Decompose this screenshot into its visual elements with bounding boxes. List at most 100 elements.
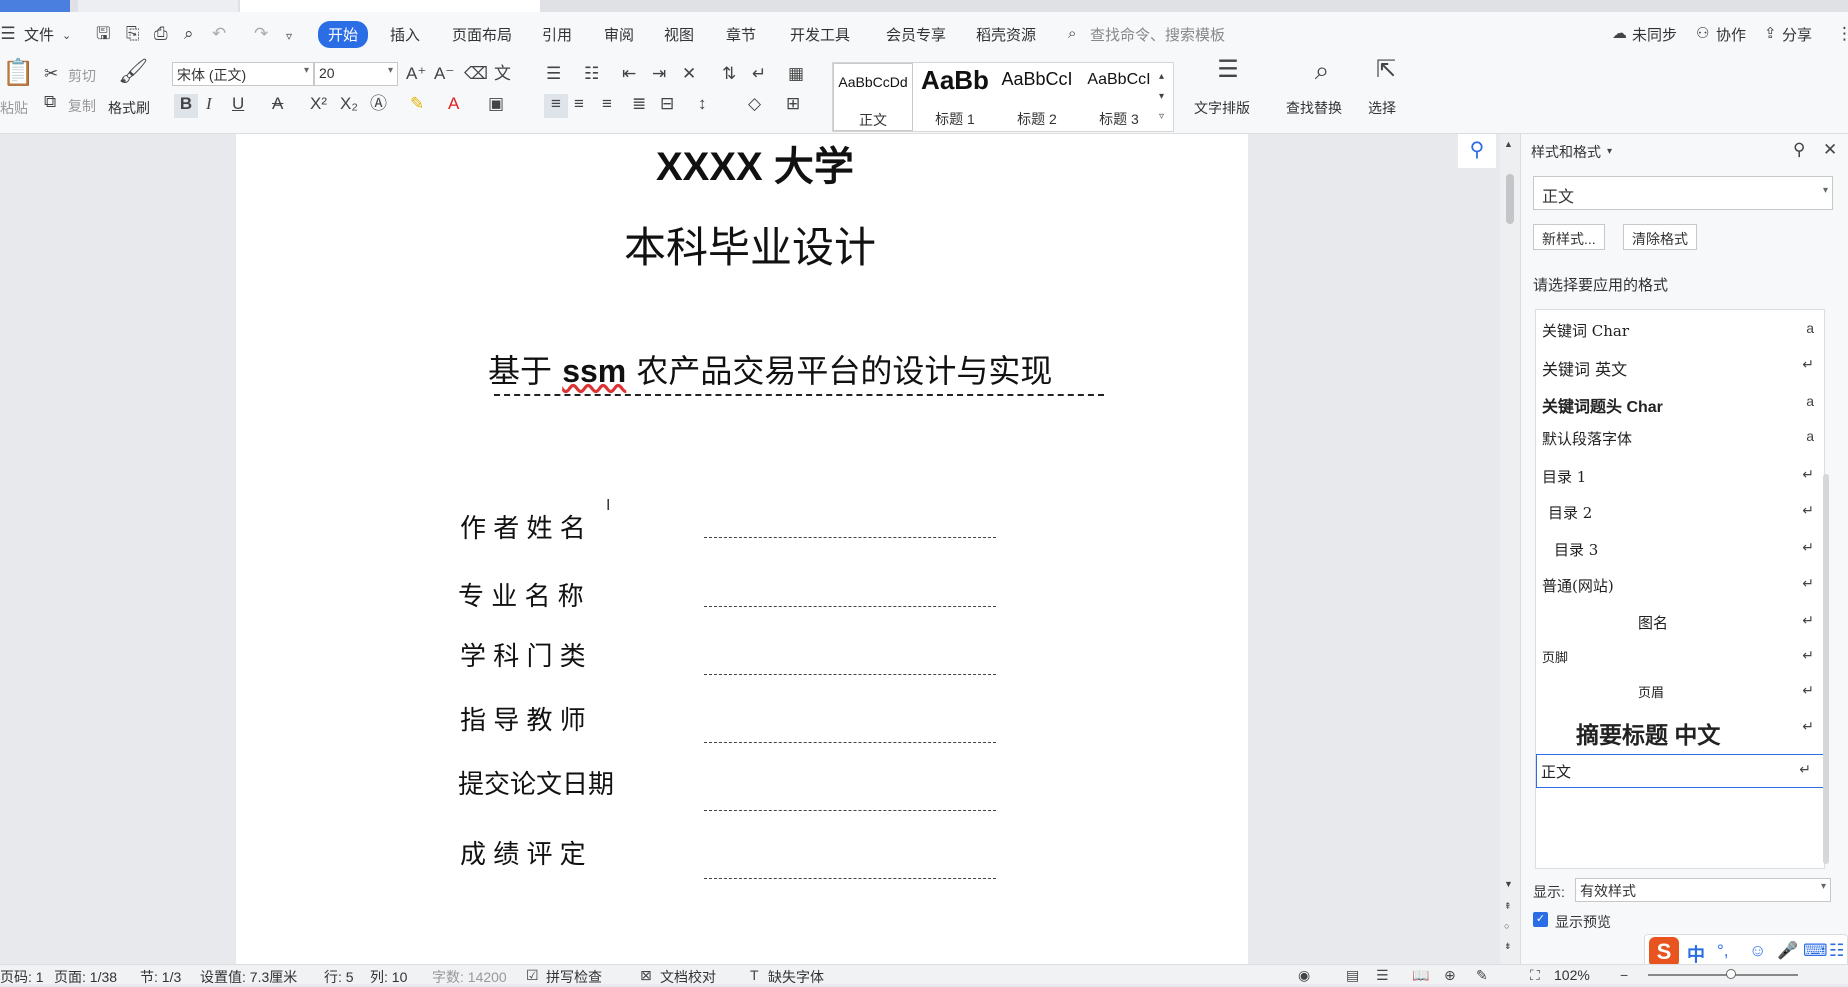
cut-button[interactable]: 剪切 — [68, 66, 96, 86]
style-list-scrollbar[interactable] — [1823, 474, 1829, 864]
outline-view-icon[interactable]: ☰ — [1376, 965, 1389, 985]
tab-references[interactable]: 引用 — [542, 24, 572, 45]
style-tile-heading2[interactable]: AaBbCcI 标题 2 — [997, 63, 1077, 131]
format-painter-icon[interactable]: 🖌 — [118, 60, 148, 84]
status-page-code[interactable]: 页码: 1 — [0, 967, 44, 987]
save-icon[interactable]: 🖫 — [96, 24, 110, 44]
style-list-item[interactable]: 关键词 Char a — [1536, 310, 1824, 350]
chinese-layout-icon[interactable]: ✕ — [682, 64, 696, 84]
print-icon[interactable]: ⎙ — [154, 24, 168, 44]
align-left-icon[interactable]: ≡ — [544, 94, 568, 118]
current-style-select[interactable]: 正文 ▾ — [1533, 176, 1833, 210]
tab-developer[interactable]: 开发工具 — [790, 24, 850, 45]
zoom-slider[interactable] — [1648, 974, 1798, 976]
decrease-font-icon[interactable]: A⁻ — [434, 64, 454, 84]
clear-format-button[interactable]: 清除格式 — [1623, 224, 1697, 250]
new-style-button[interactable]: 新样式... — [1533, 224, 1605, 250]
field-grade-line[interactable] — [704, 878, 996, 879]
eye-protection-icon[interactable]: ◉ — [1298, 965, 1310, 985]
panel-title[interactable]: 样式和格式 — [1531, 142, 1601, 162]
status-row[interactable]: 行: 5 — [324, 967, 354, 987]
scrollbar-thumb[interactable] — [1506, 174, 1514, 224]
web-view-icon[interactable]: ⊕ — [1444, 965, 1456, 985]
decrease-indent-icon[interactable]: ⇤ — [622, 64, 636, 84]
status-setting[interactable]: 设置值: 7.3厘米 — [200, 967, 297, 987]
sogou-logo-icon[interactable]: S — [1649, 937, 1679, 967]
increase-indent-icon[interactable]: ⇥ — [652, 64, 666, 84]
subscript-icon[interactable]: X₂ — [340, 94, 358, 114]
style-tile-heading3[interactable]: AaBbCcI 标题 3 — [1079, 63, 1159, 131]
share-button[interactable]: 分享 — [1782, 24, 1812, 45]
field-discipline-line[interactable] — [704, 674, 996, 675]
status-pages[interactable]: 页面: 1/38 — [54, 967, 117, 987]
page-view-icon[interactable]: ▤ — [1346, 965, 1359, 985]
format-painter-label[interactable]: 格式刷 — [108, 98, 150, 118]
increase-font-icon[interactable]: A⁺ — [406, 64, 426, 84]
ime-menu-icon[interactable]: ☷ — [1829, 941, 1844, 961]
tab-page-layout[interactable]: 页面布局 — [452, 24, 512, 45]
home-tab[interactable] — [0, 0, 70, 12]
copy-button[interactable]: 复制 — [68, 96, 96, 116]
scroll-up-icon[interactable]: ▲ — [1504, 134, 1513, 154]
paragraph-shading-icon[interactable]: ◇ — [748, 94, 761, 114]
next-page-icon[interactable]: ⇟ — [1504, 936, 1512, 956]
table-border-icon[interactable]: ▦ — [788, 64, 804, 84]
file-menu[interactable]: 文件 — [24, 24, 54, 45]
collaborate-button[interactable]: 协作 — [1716, 24, 1746, 45]
field-advisor-line[interactable] — [704, 742, 996, 743]
prev-page-icon[interactable]: ⇞ — [1504, 896, 1512, 916]
phonetic-guide-icon[interactable]: 文 — [494, 64, 511, 84]
superscript-icon[interactable]: X² — [310, 94, 327, 114]
underline-icon[interactable]: U — [232, 94, 244, 114]
document-page[interactable]: XXXX 大学 本科毕业设计 基于 ssm 农产品交易平台的设计与实现 作 者 … — [236, 134, 1248, 964]
borders-icon[interactable]: ⊞ — [786, 94, 800, 114]
field-author-line[interactable] — [704, 537, 996, 538]
write-mode-icon[interactable]: ✎ — [1476, 965, 1488, 985]
more-options-icon[interactable]: ⋮ — [1836, 24, 1848, 44]
style-list-item[interactable]: 关键词 英文 ↵ — [1536, 346, 1824, 386]
find-replace-label[interactable]: 查找替换 — [1286, 98, 1342, 118]
hamburger-menu-icon[interactable]: ☰ — [0, 24, 16, 44]
fit-page-icon[interactable]: ⛶ — [1530, 965, 1540, 985]
char-shading-icon[interactable]: ▣ — [488, 94, 504, 114]
zoom-level[interactable]: 102% — [1554, 967, 1590, 983]
tab-home[interactable]: 开始 — [318, 21, 369, 48]
reading-view-icon[interactable]: 📖 — [1412, 965, 1429, 985]
clear-format-icon[interactable]: ⌫ — [464, 64, 488, 84]
style-list-item[interactable]: 目录 3 ↵ — [1536, 529, 1824, 569]
status-col[interactable]: 列: 10 — [370, 967, 407, 987]
line-spacing-icon[interactable]: ↕ — [698, 94, 707, 114]
select-cursor-icon[interactable]: ⇱ — [1374, 58, 1398, 82]
zoom-slider-handle[interactable] — [1726, 969, 1736, 979]
status-word-count[interactable]: 字数: 14200 — [432, 967, 507, 987]
emoji-icon[interactable]: ☺ — [1749, 941, 1766, 961]
style-tile-heading1[interactable]: AaBb 标题 1 — [915, 63, 995, 131]
show-filter-select[interactable]: 有效样式 ▾ — [1575, 878, 1831, 902]
paste-button-label[interactable]: 粘贴 — [0, 98, 28, 118]
scroll-down-icon[interactable]: ▼ — [1504, 874, 1513, 894]
style-list-item[interactable]: 关键词题头 Char a — [1536, 383, 1824, 423]
keyboard-icon[interactable]: ⌨ — [1803, 941, 1828, 961]
text-layout-label[interactable]: 文字排版 — [1194, 98, 1250, 118]
distributed-icon[interactable]: ⊟ — [660, 94, 674, 114]
field-major-line[interactable] — [704, 606, 996, 607]
bullet-list-icon[interactable]: ☰ — [546, 64, 561, 84]
command-search[interactable]: 查找命令、搜索模板 — [1090, 24, 1225, 45]
italic-icon[interactable]: I — [206, 94, 212, 114]
close-icon[interactable]: ✕ — [1823, 140, 1837, 160]
microphone-icon[interactable]: 🎤 — [1777, 941, 1798, 961]
redo-icon[interactable]: ↷ — [254, 24, 268, 44]
paragraph-marks-icon[interactable]: ↵ — [752, 64, 766, 84]
numbered-list-icon[interactable]: ☷ — [584, 64, 599, 84]
style-list-item[interactable]: 目录 2 ↵ — [1536, 492, 1824, 532]
style-list-item[interactable]: 普通(网站) ↵ — [1536, 565, 1824, 605]
doc-check-button[interactable]: 文档校对 — [660, 967, 716, 987]
document-tab-inactive[interactable] — [78, 0, 238, 12]
tab-member[interactable]: 会员专享 — [886, 24, 946, 45]
document-scrollbar[interactable]: ▲ ▼ ⇞ ○ ⇟ — [1500, 134, 1520, 964]
highlight-icon[interactable]: ✎ — [410, 94, 424, 114]
align-right-icon[interactable]: ≡ — [602, 94, 612, 114]
punctuation-icon[interactable]: °, — [1717, 941, 1729, 961]
chevron-down-icon[interactable]: ⌄ — [62, 26, 71, 46]
location-pin-icon[interactable]: ⚲ — [1458, 134, 1496, 168]
